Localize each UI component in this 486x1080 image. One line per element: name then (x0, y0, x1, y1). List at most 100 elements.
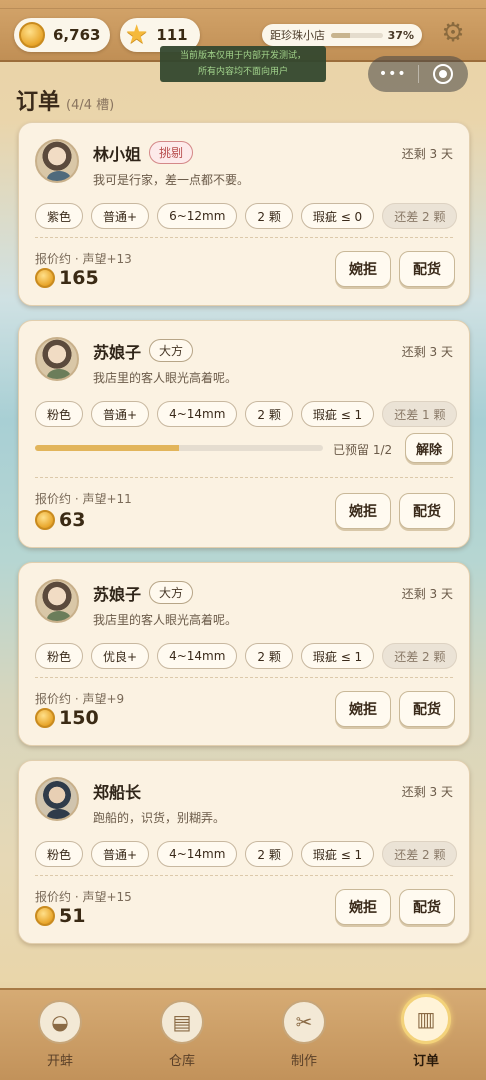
dev-notice-banner: 当前版本仅用于内部开发测试， 所有内容均不面向用户 (160, 46, 326, 82)
nav-item-orders[interactable]: ▥ 订单 (386, 994, 466, 1069)
chip-size: 4~14mm (157, 643, 238, 669)
avatar (35, 579, 79, 623)
coin-icon (35, 268, 55, 288)
chip-quantity: 2 颗 (245, 643, 293, 669)
dev-notice-line-1: 当前版本仅用于内部开发测试， (179, 51, 306, 61)
reject-button[interactable]: 婉拒 (335, 493, 391, 529)
order-card: 林小姐 挑剔 还剩 3 天 我可是行家，差一点都不要。 紫色 普通+ 6~12m… (18, 122, 470, 306)
due-text: 还剩 3 天 (401, 785, 453, 799)
chip-color: 紫色 (35, 203, 84, 229)
shop-progress[interactable]: 距珍珠小店 37% (262, 24, 422, 46)
price: 51 (35, 905, 85, 927)
order-card: 苏娘子 大方 还剩 3 天 我店里的客人眼光高着呢。 粉色 优良+ 4~14mm… (18, 562, 470, 746)
chip-color: 粉色 (35, 401, 84, 427)
chip-shortage: 还差 2 颗 (382, 643, 458, 669)
divider (35, 677, 453, 678)
reject-button[interactable]: 婉拒 (335, 691, 391, 727)
reserve-status: 已预留 1/2 (333, 443, 393, 457)
nav-label: 订单 (412, 1054, 439, 1069)
release-button[interactable]: 解除 (405, 433, 453, 463)
deliver-button[interactable]: 配货 (399, 493, 455, 529)
avatar (35, 337, 79, 381)
shop-progress-label: 距珍珠小店 (270, 29, 325, 42)
requirement-chips: 粉色 优良+ 4~14mm 2 颗 瑕疵 ≤ 1 还差 2 颗 (35, 643, 458, 669)
coin-icon (35, 510, 55, 530)
requirement-chips: 粉色 普通+ 4~14mm 2 颗 瑕疵 ≤ 1 还差 1 颗 (35, 401, 458, 427)
chip-flaw: 瑕疵 ≤ 1 (300, 841, 375, 867)
clam-icon: ◒ (38, 1000, 82, 1044)
reserve-progress-bar (35, 445, 323, 451)
reserve-progress-fill (35, 445, 179, 451)
nav-item-craft[interactable]: ✂ 制作 (264, 1000, 344, 1069)
shop-progress-track (331, 32, 383, 38)
chip-quantity: 2 颗 (245, 401, 293, 427)
nav-item-open-clam[interactable]: ◒ 开蚌 (20, 1000, 100, 1069)
chip-size: 6~12mm (157, 203, 238, 229)
chip-flaw: 瑕疵 ≤ 0 (300, 203, 375, 229)
requirement-chips: 紫色 普通+ 6~12mm 2 颗 瑕疵 ≤ 0 还差 2 颗 (35, 203, 458, 229)
chip-size: 4~14mm (157, 841, 238, 867)
price-meta: 报价约 · 声望+15 (35, 890, 132, 904)
price-meta: 报价约 · 声望+9 (35, 692, 125, 706)
settings-gear-icon[interactable]: ⚙ (438, 18, 468, 48)
chip-flaw: 瑕疵 ≤ 1 (300, 401, 375, 427)
customer-quote: 我店里的客人眼光高着呢。 (93, 613, 238, 627)
chip-grade: 普通+ (91, 401, 150, 427)
deliver-button[interactable]: 配货 (399, 251, 455, 287)
customer-quote: 我可是行家，差一点都不要。 (93, 173, 250, 187)
shop-progress-percent: 37% (387, 28, 414, 42)
due-text: 还剩 3 天 (401, 587, 453, 601)
customer-name: 郑船长 (93, 783, 142, 802)
order-card: 郑船长 还剩 3 天 跑船的，识货，别糊弄。 粉色 普通+ 4~14mm 2 颗… (18, 760, 470, 944)
nav-label: 开蚌 (46, 1054, 73, 1069)
chip-grade: 普通+ (91, 841, 150, 867)
deliver-button[interactable]: 配货 (399, 889, 455, 925)
divider (35, 237, 453, 238)
customer-name: 苏娘子 (93, 343, 142, 362)
chip-flaw: 瑕疵 ≤ 1 (300, 643, 375, 669)
customer-quote: 我店里的客人眼光高着呢。 (93, 371, 238, 385)
reject-button[interactable]: 婉拒 (335, 889, 391, 925)
trait-tag: 挑剔 (149, 141, 194, 164)
price: 165 (35, 267, 99, 289)
more-dots-icon[interactable]: ••• (368, 66, 418, 82)
shop-progress-fill (331, 32, 351, 38)
chip-grade: 优良+ (91, 643, 150, 669)
chip-size: 4~14mm (157, 401, 238, 427)
avatar (35, 139, 79, 183)
mini-program-capsule: ••• (368, 56, 468, 92)
avatar (35, 777, 79, 821)
price-meta: 报价约 · 声望+11 (35, 492, 132, 506)
coin-counter[interactable]: 6,763 (14, 18, 110, 52)
star-icon: ★ (125, 20, 149, 50)
coin-icon (19, 22, 45, 48)
nav-item-warehouse[interactable]: ▤ 仓库 (142, 1000, 222, 1069)
chip-color: 粉色 (35, 841, 84, 867)
customer-name: 苏娘子 (93, 585, 142, 604)
dev-notice-line-2: 所有内容均不面向用户 (197, 67, 288, 77)
divider (35, 875, 453, 876)
coin-icon (35, 906, 55, 926)
due-text: 还剩 3 天 (401, 147, 453, 161)
scroll-icon: ▥ (401, 994, 451, 1044)
tools-icon: ✂ (282, 1000, 326, 1044)
nav-label: 仓库 (168, 1054, 195, 1069)
coin-count: 6,763 (53, 26, 101, 44)
price-meta: 报价约 · 声望+13 (35, 252, 132, 266)
customer-quote: 跑船的，识货，别糊弄。 (93, 811, 226, 825)
chip-grade: 普通+ (91, 203, 150, 229)
order-card: 苏娘子 大方 还剩 3 天 我店里的客人眼光高着呢。 粉色 普通+ 4~14mm… (18, 320, 470, 548)
price: 63 (35, 509, 85, 531)
trait-tag: 大方 (149, 581, 194, 604)
deliver-button[interactable]: 配货 (399, 691, 455, 727)
trait-tag: 大方 (149, 339, 194, 362)
chip-color: 粉色 (35, 643, 84, 669)
chip-shortage: 还差 2 颗 (382, 841, 458, 867)
basket-icon: ▤ (160, 1000, 204, 1044)
divider (35, 477, 453, 478)
customer-name: 林小姐 (93, 145, 142, 164)
coin-icon (35, 708, 55, 728)
reject-button[interactable]: 婉拒 (335, 251, 391, 287)
close-target-icon[interactable] (418, 64, 468, 84)
chip-quantity: 2 颗 (245, 203, 293, 229)
